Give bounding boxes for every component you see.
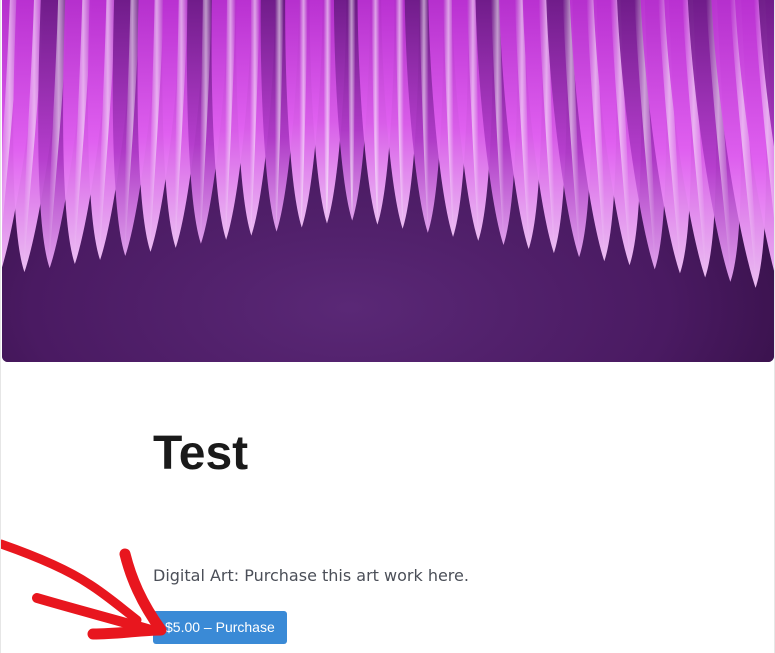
post-title: Test (153, 427, 249, 480)
product-page: Test Digital Art: Purchase this art work… (0, 0, 775, 653)
post-description: Digital Art: Purchase this art work here… (153, 566, 469, 585)
featured-image (2, 0, 774, 362)
red-arrow-pointer (1, 539, 167, 640)
purchase-button[interactable]: $5.00 – Purchase (153, 611, 287, 644)
abstract-purple-waves-image (2, 0, 774, 362)
